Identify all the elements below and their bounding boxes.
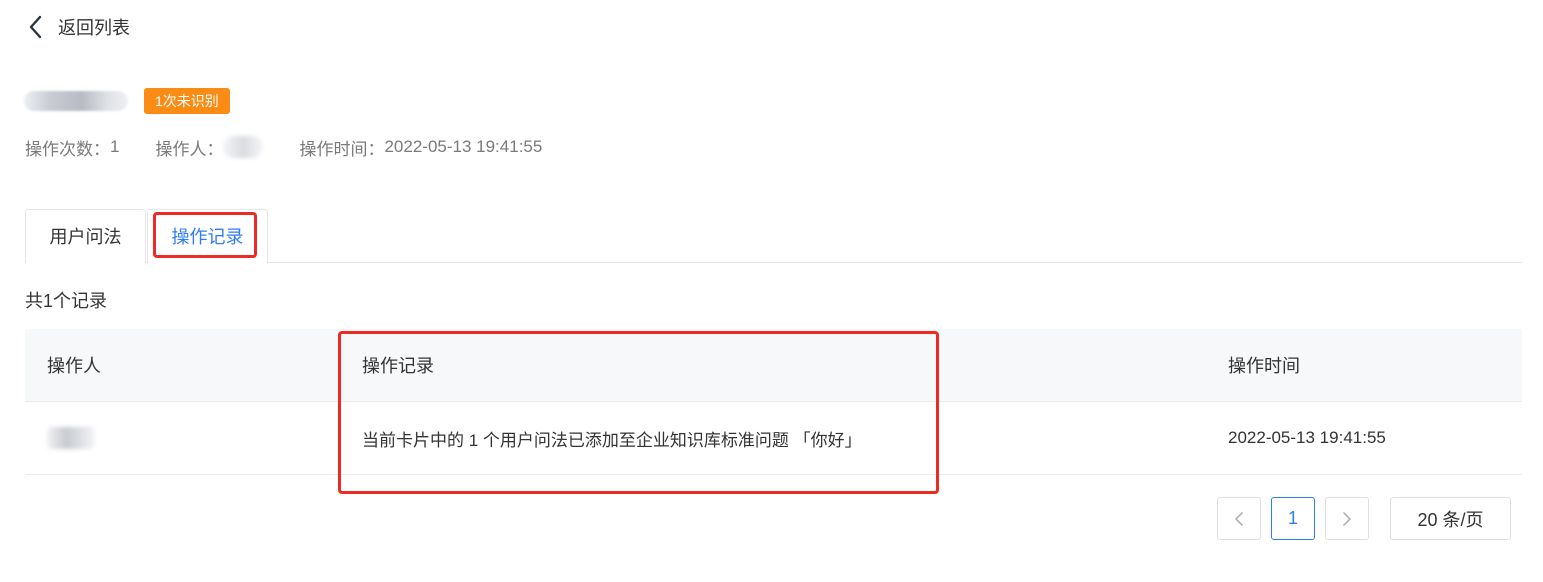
- blurred-operator: [47, 427, 95, 449]
- chevron-left-icon: [29, 15, 42, 39]
- tab-user-questions[interactable]: 用户问法: [25, 209, 146, 263]
- operation-count-label: 操作次数：: [25, 139, 110, 159]
- table-header: 操作人 操作记录 操作时间: [25, 329, 1522, 402]
- column-header-time: 操作时间: [1228, 356, 1300, 376]
- card-title-row: 1次未识别: [24, 88, 230, 114]
- chevron-right-icon: [1343, 511, 1351, 526]
- back-to-list-link[interactable]: 返回列表: [28, 12, 130, 42]
- column-header-operator: 操作人: [47, 356, 101, 376]
- record-count: 共1个记录: [25, 291, 108, 311]
- next-page-button[interactable]: [1325, 497, 1369, 540]
- blurred-card-name: [24, 91, 128, 111]
- chevron-left-icon: [1235, 511, 1243, 526]
- records-table: 操作人 操作记录 操作时间 当前卡片中的 1 个用户问法已添加至企业知识库标准问…: [25, 329, 1522, 475]
- tab-operation-records[interactable]: 操作记录: [147, 209, 268, 264]
- unrecognized-badge: 1次未识别: [144, 88, 230, 114]
- tab-label: 操作记录: [171, 227, 244, 247]
- tab-label: 用户问法: [49, 227, 122, 247]
- operation-count-value: 1: [110, 137, 120, 156]
- operation-time-value: 2022-05-13 19:41:55: [384, 137, 543, 156]
- tab-bar: 用户问法 操作记录: [25, 209, 1522, 264]
- prev-page-button[interactable]: [1217, 497, 1261, 540]
- card-meta: 操作次数： 1 操作人： 操作时间： 2022-05-13 19:41:55: [25, 134, 542, 160]
- operator-cell: [47, 402, 95, 474]
- operator-label: 操作人：: [155, 139, 224, 159]
- time-cell: 2022-05-13 19:41:55: [1228, 428, 1386, 447]
- page-size-select[interactable]: 20 条/页: [1390, 497, 1511, 540]
- record-cell: 当前卡片中的 1 个用户问法已添加至企业知识库标准问题 「你好」: [362, 430, 862, 450]
- table-row: 当前卡片中的 1 个用户问法已添加至企业知识库标准问题 「你好」 2022-05…: [25, 402, 1522, 475]
- back-label: 返回列表: [58, 18, 130, 38]
- page-number-button[interactable]: 1: [1271, 497, 1315, 540]
- operation-time-label: 操作时间：: [299, 139, 385, 159]
- blurred-operator-name: [223, 136, 264, 158]
- column-header-record: 操作记录: [362, 356, 434, 376]
